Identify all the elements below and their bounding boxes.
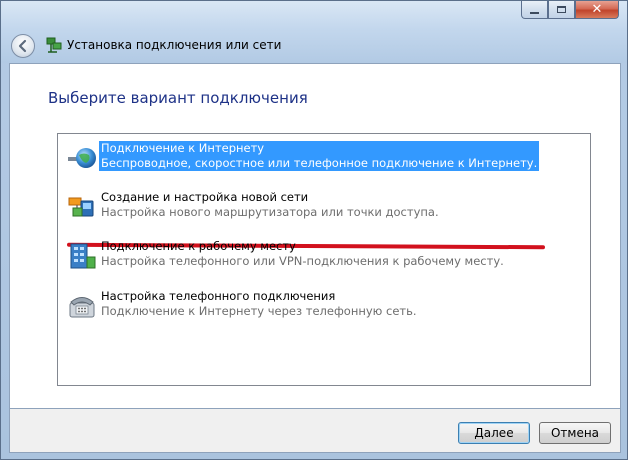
maximize-button[interactable] [548,1,575,19]
next-button[interactable]: Далее [458,422,530,444]
globe-network-icon [68,148,96,168]
option-description: Настройка телефонного или VPN-подключени… [101,254,504,268]
new-network-icon [68,197,94,217]
option-description: Настройка нового маршрутизатора или точк… [101,205,439,219]
option-title: Подключение к Интернету [101,141,265,155]
minimize-icon [530,11,539,14]
network-setup-icon [46,37,62,53]
option-internet-connection[interactable]: Подключение к Интернету Беспроводное, ск… [63,141,583,177]
option-new-network[interactable]: Создание и настройка новой сети Настройк… [63,190,583,226]
page-heading: Выберите вариант подключения [48,89,308,107]
option-dialup-connection[interactable]: Настройка телефонного подключения Подклю… [63,289,583,325]
window-frame: ✕ Установка подключения или сети Выберит… [0,0,628,460]
cancel-button[interactable]: Отмена [539,422,611,444]
workplace-icon [70,243,96,269]
button-bar: Далее Отмена [9,409,621,453]
option-text: Подключение к Интернету Беспроводное, ск… [99,141,540,171]
option-text: Создание и настройка новой сети Настройк… [99,190,441,220]
main-content: Выберите вариант подключения Подключение… [9,63,621,409]
back-button[interactable] [11,34,35,58]
option-title: Создание и настройка новой сети [101,190,309,204]
window-title: Установка подключения или сети [67,38,282,52]
close-icon: ✕ [591,2,603,17]
close-button[interactable]: ✕ [575,1,619,19]
option-description: Подключение к Интернету через телефонную… [101,304,417,318]
minimize-button[interactable] [521,1,548,19]
caption-buttons: ✕ [521,1,619,19]
maximize-icon [557,6,566,13]
option-title: Подключение к рабочему месту [101,239,296,253]
telephone-icon [69,297,95,318]
option-workplace-connection[interactable]: Подключение к рабочему месту Настройка т… [63,239,583,275]
connection-options-list: Подключение к Интернету Беспроводное, ск… [57,133,591,386]
option-description: Беспроводное, скоростное или телефонное … [101,156,538,170]
option-title: Настройка телефонного подключения [101,289,336,303]
option-text: Подключение к рабочему месту Настройка т… [99,239,506,269]
title-bar: ✕ Установка подключения или сети [1,1,627,63]
option-text: Настройка телефонного подключения Подклю… [99,289,419,319]
back-arrow-icon [18,39,27,53]
